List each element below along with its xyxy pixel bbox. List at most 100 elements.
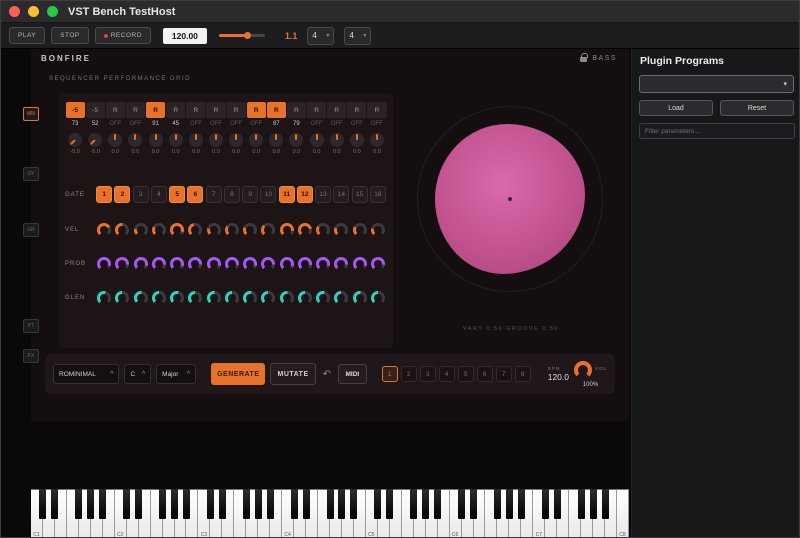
black-key[interactable]: [266, 489, 274, 519]
groove-visualizer[interactable]: VARY 0.50 GROOVE 0.50: [399, 94, 623, 349]
velocity-knob[interactable]: [297, 223, 312, 237]
pitch-knob[interactable]: [349, 133, 364, 147]
black-key[interactable]: [99, 489, 107, 519]
side-tab-perf[interactable]: PT: [23, 319, 39, 333]
velocity-knob[interactable]: [206, 223, 221, 237]
velocity-knob[interactable]: [279, 223, 294, 237]
tempo-slider[interactable]: [218, 32, 265, 39]
gate-step-button[interactable]: 12: [296, 186, 313, 203]
pattern-button[interactable]: 6: [476, 366, 493, 382]
pitch-knob[interactable]: [188, 133, 203, 147]
gate-step-button[interactable]: 2: [114, 186, 131, 203]
black-key[interactable]: [517, 489, 525, 519]
black-key[interactable]: [51, 489, 59, 519]
pitch-cell[interactable]: R: [226, 102, 246, 118]
gate-step-button[interactable]: 1: [96, 186, 113, 203]
play-button[interactable]: PLAY: [9, 27, 46, 44]
probability-knob[interactable]: [261, 257, 276, 271]
black-key[interactable]: [326, 489, 334, 519]
pitch-cell[interactable]: R: [327, 102, 347, 118]
pitch-knob[interactable]: [88, 133, 103, 147]
pattern-button[interactable]: 2: [400, 366, 417, 382]
black-key[interactable]: [87, 489, 95, 519]
black-key[interactable]: [39, 489, 47, 519]
velocity-knob[interactable]: [370, 223, 385, 237]
midi-button[interactable]: MIDI: [338, 364, 367, 384]
black-key[interactable]: [242, 489, 250, 519]
tempo-slider-thumb[interactable]: [244, 32, 252, 39]
pitch-knob[interactable]: [329, 133, 344, 147]
probability-knob[interactable]: [224, 257, 239, 271]
pitch-knob[interactable]: [369, 133, 384, 147]
bpm-display[interactable]: BPM 120.0: [548, 366, 569, 382]
glen-knob[interactable]: [243, 291, 258, 305]
gate-step-button[interactable]: 5: [169, 186, 186, 203]
pitch-cell[interactable]: R: [347, 102, 367, 118]
pitch-cell[interactable]: R: [105, 102, 125, 118]
pattern-button[interactable]: 4: [438, 366, 455, 382]
pitch-cell[interactable]: -5: [65, 102, 85, 118]
pitch-knob[interactable]: [108, 133, 123, 147]
glen-knob[interactable]: [261, 291, 276, 305]
pitch-cell[interactable]: R: [266, 102, 286, 118]
pitch-knob[interactable]: [269, 133, 284, 147]
pitch-cell[interactable]: R: [146, 102, 166, 118]
probability-knob[interactable]: [243, 257, 258, 271]
velocity-knob[interactable]: [133, 223, 148, 237]
pitch-knob[interactable]: [249, 133, 264, 147]
pitch-cell[interactable]: R: [286, 102, 306, 118]
black-key[interactable]: [171, 489, 179, 519]
glen-knob[interactable]: [97, 291, 112, 305]
black-key[interactable]: [577, 489, 585, 519]
probability-knob[interactable]: [188, 257, 203, 271]
mutate-button[interactable]: MUTATE: [270, 363, 316, 385]
pitch-knob[interactable]: [229, 133, 244, 147]
pitch-knob[interactable]: [309, 133, 324, 147]
black-key[interactable]: [422, 489, 430, 519]
side-tab-fx[interactable]: FX: [23, 349, 39, 363]
gate-step-button[interactable]: 7: [205, 186, 222, 203]
pitch-cell[interactable]: R: [246, 102, 266, 118]
glen-knob[interactable]: [297, 291, 312, 305]
pitch-knob[interactable]: [168, 133, 183, 147]
velocity-knob[interactable]: [352, 223, 367, 237]
pitch-cell[interactable]: R: [206, 102, 226, 118]
glen-knob[interactable]: [170, 291, 185, 305]
program-select[interactable]: ▾: [639, 75, 794, 93]
pitch-knob[interactable]: [128, 133, 143, 147]
generate-button[interactable]: GENERATE: [211, 363, 266, 385]
pitch-knob[interactable]: [208, 133, 223, 147]
glen-knob[interactable]: [206, 291, 221, 305]
glen-knob[interactable]: [370, 291, 385, 305]
black-key[interactable]: [254, 489, 262, 519]
gate-step-button[interactable]: 13: [315, 186, 332, 203]
black-key[interactable]: [159, 489, 167, 519]
black-key[interactable]: [541, 489, 549, 519]
probability-knob[interactable]: [97, 257, 112, 271]
probability-knob[interactable]: [316, 257, 331, 271]
gate-step-button[interactable]: 9: [242, 186, 259, 203]
velocity-knob[interactable]: [97, 223, 112, 237]
black-key[interactable]: [218, 489, 226, 519]
filter-parameters-input[interactable]: [639, 123, 795, 139]
pattern-button[interactable]: 8: [514, 366, 531, 382]
glen-knob[interactable]: [224, 291, 239, 305]
pitch-cell[interactable]: R: [186, 102, 206, 118]
key-select[interactable]: C ^: [124, 364, 152, 384]
black-key[interactable]: [470, 489, 478, 519]
glen-knob[interactable]: [316, 291, 331, 305]
glen-knob[interactable]: [352, 291, 367, 305]
velocity-knob[interactable]: [243, 223, 258, 237]
scale-select[interactable]: Major ^: [156, 364, 197, 384]
black-key[interactable]: [374, 489, 382, 519]
record-button[interactable]: RECORD: [94, 27, 151, 44]
gate-step-button[interactable]: 16: [369, 186, 386, 203]
pattern-button[interactable]: 5: [457, 366, 474, 382]
pitch-cell[interactable]: R: [125, 102, 145, 118]
black-key[interactable]: [75, 489, 83, 519]
pattern-button[interactable]: 7: [495, 366, 512, 382]
style-select[interactable]: ROMINIMAL ^: [53, 364, 120, 384]
velocity-knob[interactable]: [261, 223, 276, 237]
glen-knob[interactable]: [334, 291, 349, 305]
pitch-cell[interactable]: R: [367, 102, 387, 118]
